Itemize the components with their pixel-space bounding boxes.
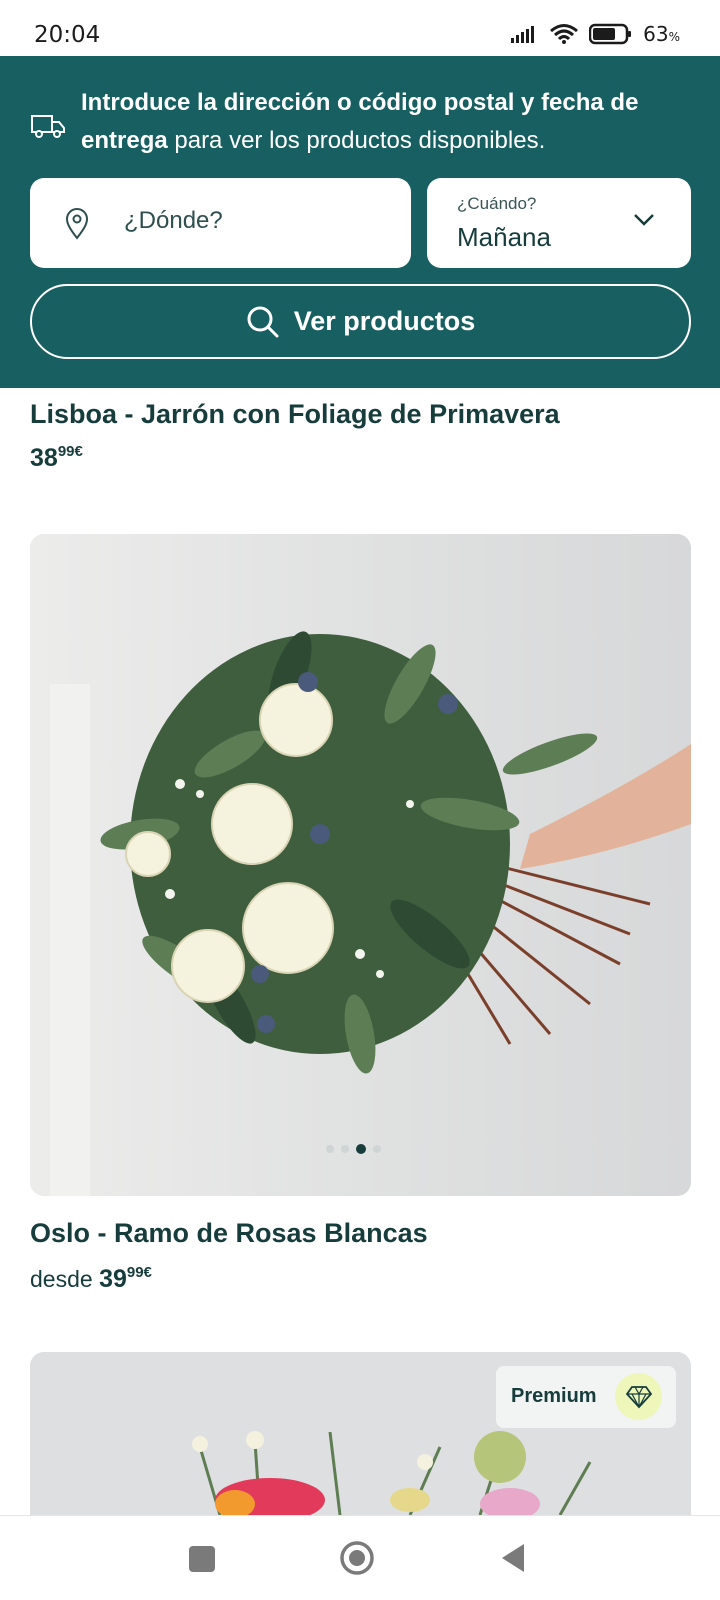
premium-label: Premium [511, 1385, 597, 1407]
product-price: desde 3999€ [30, 1264, 152, 1293]
carousel-dot[interactable] [326, 1145, 334, 1153]
when-value: Mañana [457, 222, 551, 252]
recent-apps-button[interactable] [189, 1546, 215, 1572]
product-price: 3899€ [30, 443, 83, 472]
premium-icon-container [615, 1373, 662, 1420]
diamond-icon [625, 1385, 652, 1408]
back-button[interactable] [500, 1542, 526, 1574]
home-button[interactable] [339, 1540, 375, 1576]
product-title[interactable]: Lisboa - Jarrón con Foliage de Primavera [30, 399, 560, 430]
delivery-intro-text: Introduce la dirección o código postal y… [81, 89, 639, 154]
truck-icon [31, 115, 65, 138]
when-label: ¿Cuándo? [457, 194, 537, 213]
status-time: 20:04 [34, 22, 101, 48]
carousel-dot-active[interactable] [356, 1144, 366, 1154]
where-placeholder: ¿Dónde? [124, 207, 223, 234]
status-bar: 20:04 63% [0, 0, 720, 56]
carousel-dot[interactable] [373, 1145, 381, 1153]
chevron-down-icon [634, 214, 654, 226]
delivery-filter-panel: Introduce la dirección o código postal y… [0, 56, 720, 388]
carousel-dot[interactable] [341, 1145, 349, 1153]
carousel-dots[interactable] [326, 1144, 381, 1154]
wifi-icon [550, 24, 579, 44]
view-products-button[interactable]: Ver productos [30, 284, 691, 359]
when-select[interactable]: ¿Cuándo? Mañana [427, 178, 691, 268]
view-products-label: Ver productos [293, 306, 476, 336]
search-icon [247, 306, 279, 337]
where-input[interactable]: ¿Dónde? [30, 178, 411, 268]
system-navigation-bar [0, 1515, 720, 1600]
battery-icon [589, 23, 632, 45]
battery-percent: 63% [643, 22, 680, 46]
signal-icon [511, 26, 535, 43]
product-image[interactable]: Premium [30, 1352, 691, 1515]
status-icons: 63% [509, 22, 680, 46]
premium-badge: Premium [496, 1366, 676, 1428]
bouquet-image [30, 534, 691, 1196]
product-image[interactable] [30, 534, 691, 1196]
product-title[interactable]: Oslo - Ramo de Rosas Blancas [30, 1218, 428, 1249]
location-pin-icon [65, 208, 89, 240]
